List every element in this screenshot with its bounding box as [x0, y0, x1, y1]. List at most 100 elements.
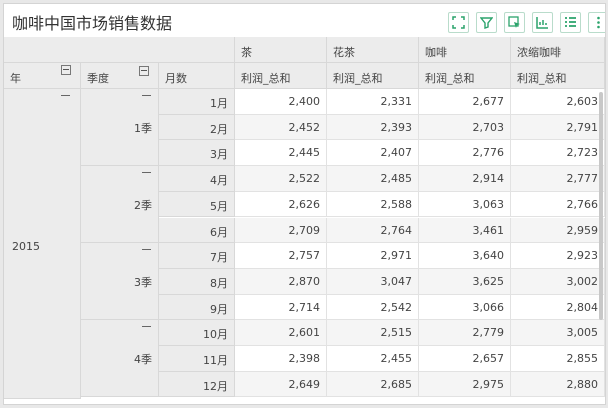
- table-cell[interactable]: 2,923: [511, 243, 605, 269]
- table-cell[interactable]: 2,522: [235, 166, 327, 192]
- pivot-table: 茶 花茶 咖啡 浓缩咖啡年 季度 月数 利润_总和 利润_总和 利润_总和 利润_总和 2015 1季…: [4, 37, 605, 404]
- table-cell[interactable]: 2,870: [235, 268, 327, 295]
- column-header-measure[interactable]: 利润_总和: [419, 63, 511, 89]
- month-label: 10月: [203, 328, 228, 342]
- column-header-measure[interactable]: 利润_总和: [235, 63, 327, 89]
- table-cell[interactable]: 2,542: [327, 294, 419, 321]
- year-label: 2015: [12, 240, 40, 254]
- quarter-label: 2季: [134, 198, 152, 212]
- table-cell[interactable]: 2,766: [511, 191, 605, 218]
- month-label: 12月: [203, 379, 228, 393]
- list-button[interactable]: [560, 12, 581, 33]
- table-cell[interactable]: 2,400: [235, 89, 327, 115]
- filter-button[interactable]: [476, 12, 497, 33]
- table-cell[interactable]: 3,640: [419, 243, 511, 269]
- header-year-label: 年: [10, 72, 21, 85]
- table-cell[interactable]: 3,047: [327, 268, 419, 295]
- row-header-quarter: 2季: [81, 166, 159, 244]
- more-button[interactable]: [588, 12, 605, 33]
- table-cell[interactable]: 2,603: [511, 89, 605, 115]
- vertical-scrollbar[interactable]: [599, 92, 603, 320]
- fullscreen-icon: [452, 16, 465, 29]
- row-header-month: 5月: [159, 191, 235, 218]
- table-cell[interactable]: 2,455: [327, 346, 419, 372]
- row-header-month: 8月: [159, 268, 235, 295]
- table-cell[interactable]: 3,005: [511, 320, 605, 346]
- month-label: 2月: [210, 122, 228, 136]
- table-cell[interactable]: 2,331: [327, 89, 419, 115]
- product-label: 花茶: [333, 46, 355, 59]
- table-cell[interactable]: 2,723: [511, 140, 605, 167]
- table-cell[interactable]: 2,445: [235, 140, 327, 167]
- table-cell[interactable]: 3,066: [419, 294, 511, 321]
- select-button[interactable]: [504, 12, 525, 33]
- collapse-quarter-icon[interactable]: [142, 172, 151, 174]
- table-cell[interactable]: 2,398: [235, 346, 327, 372]
- collapse-quarter-icon[interactable]: [142, 95, 151, 96]
- header-corner: [4, 37, 235, 63]
- row-header-year: 2015: [4, 89, 81, 400]
- table-cell[interactable]: 2,880: [511, 371, 605, 398]
- row-header-month: 1月: [159, 89, 235, 115]
- collapse-quarter-icon[interactable]: [142, 249, 151, 251]
- month-label: 3月: [210, 148, 228, 162]
- fullscreen-button[interactable]: [448, 12, 469, 33]
- column-header-product[interactable]: 花茶: [327, 37, 419, 63]
- table-cell[interactable]: 2,764: [327, 217, 419, 244]
- table-cell[interactable]: 2,791: [511, 114, 605, 141]
- chart-icon: [536, 17, 548, 29]
- table-cell[interactable]: 2,914: [419, 166, 511, 192]
- measure-label: 利润_总和: [517, 72, 567, 85]
- column-header-product[interactable]: 浓缩咖啡: [511, 37, 605, 63]
- table-cell[interactable]: 2,657: [419, 346, 511, 372]
- column-header-product[interactable]: 咖啡: [419, 37, 511, 63]
- table-cell[interactable]: 2,515: [327, 320, 419, 346]
- table-cell[interactable]: 2,975: [419, 371, 511, 398]
- collapse-quarter-icon[interactable]: [139, 66, 149, 76]
- product-label: 咖啡: [425, 46, 447, 59]
- table-cell[interactable]: 2,757: [235, 243, 327, 269]
- table-cell[interactable]: 3,625: [419, 268, 511, 295]
- table-cell[interactable]: 2,779: [419, 320, 511, 346]
- column-header-measure[interactable]: 利润_总和: [511, 63, 605, 89]
- table-cell[interactable]: 2,601: [235, 320, 327, 346]
- table-cell[interactable]: 2,804: [511, 294, 605, 321]
- column-header-product[interactable]: 茶: [235, 37, 327, 63]
- measure-label: 利润_总和: [241, 72, 291, 85]
- table-cell[interactable]: 2,709: [235, 217, 327, 244]
- table-cell[interactable]: 2,776: [419, 140, 511, 167]
- month-label: 8月: [210, 276, 228, 290]
- table-cell[interactable]: 2,407: [327, 140, 419, 167]
- table-cell[interactable]: 2,685: [327, 371, 419, 398]
- month-label: 11月: [203, 354, 228, 367]
- table-cell[interactable]: 2,855: [511, 346, 605, 372]
- month-label: 5月: [210, 199, 228, 213]
- table-cell[interactable]: 2,485: [327, 166, 419, 192]
- header-quarter-label: 季度: [87, 72, 109, 85]
- table-cell[interactable]: 2,626: [235, 191, 327, 218]
- table-cell[interactable]: 2,649: [235, 371, 327, 398]
- collapse-year-row-icon[interactable]: [61, 95, 70, 96]
- quarter-label: 4季: [134, 352, 152, 366]
- table-cell[interactable]: 2,777: [511, 166, 605, 192]
- collapse-year-icon[interactable]: [61, 65, 71, 75]
- row-header-month: 12月: [159, 371, 235, 398]
- collapse-quarter-icon[interactable]: [142, 326, 151, 328]
- table-cell[interactable]: 3,461: [419, 217, 511, 244]
- table-cell[interactable]: 2,703: [419, 114, 511, 141]
- table-cell[interactable]: 3,063: [419, 191, 511, 218]
- table-cell[interactable]: 2,959: [511, 217, 605, 244]
- table-cell[interactable]: 2,588: [327, 191, 419, 218]
- row-header-month: 6月: [159, 217, 235, 244]
- table-cell[interactable]: 3,002: [511, 268, 605, 295]
- column-header-measure[interactable]: 利润_总和: [327, 63, 419, 89]
- month-label: 6月: [210, 225, 228, 239]
- table-cell[interactable]: 2,452: [235, 114, 327, 141]
- table-cell[interactable]: 2,714: [235, 294, 327, 321]
- table-cell[interactable]: 2,677: [419, 89, 511, 115]
- table-cell[interactable]: 2,971: [327, 243, 419, 269]
- table-cell[interactable]: 2,393: [327, 114, 419, 141]
- row-header-month: 9月: [159, 294, 235, 321]
- chart-button[interactable]: [532, 12, 553, 33]
- filter-icon: [480, 17, 493, 29]
